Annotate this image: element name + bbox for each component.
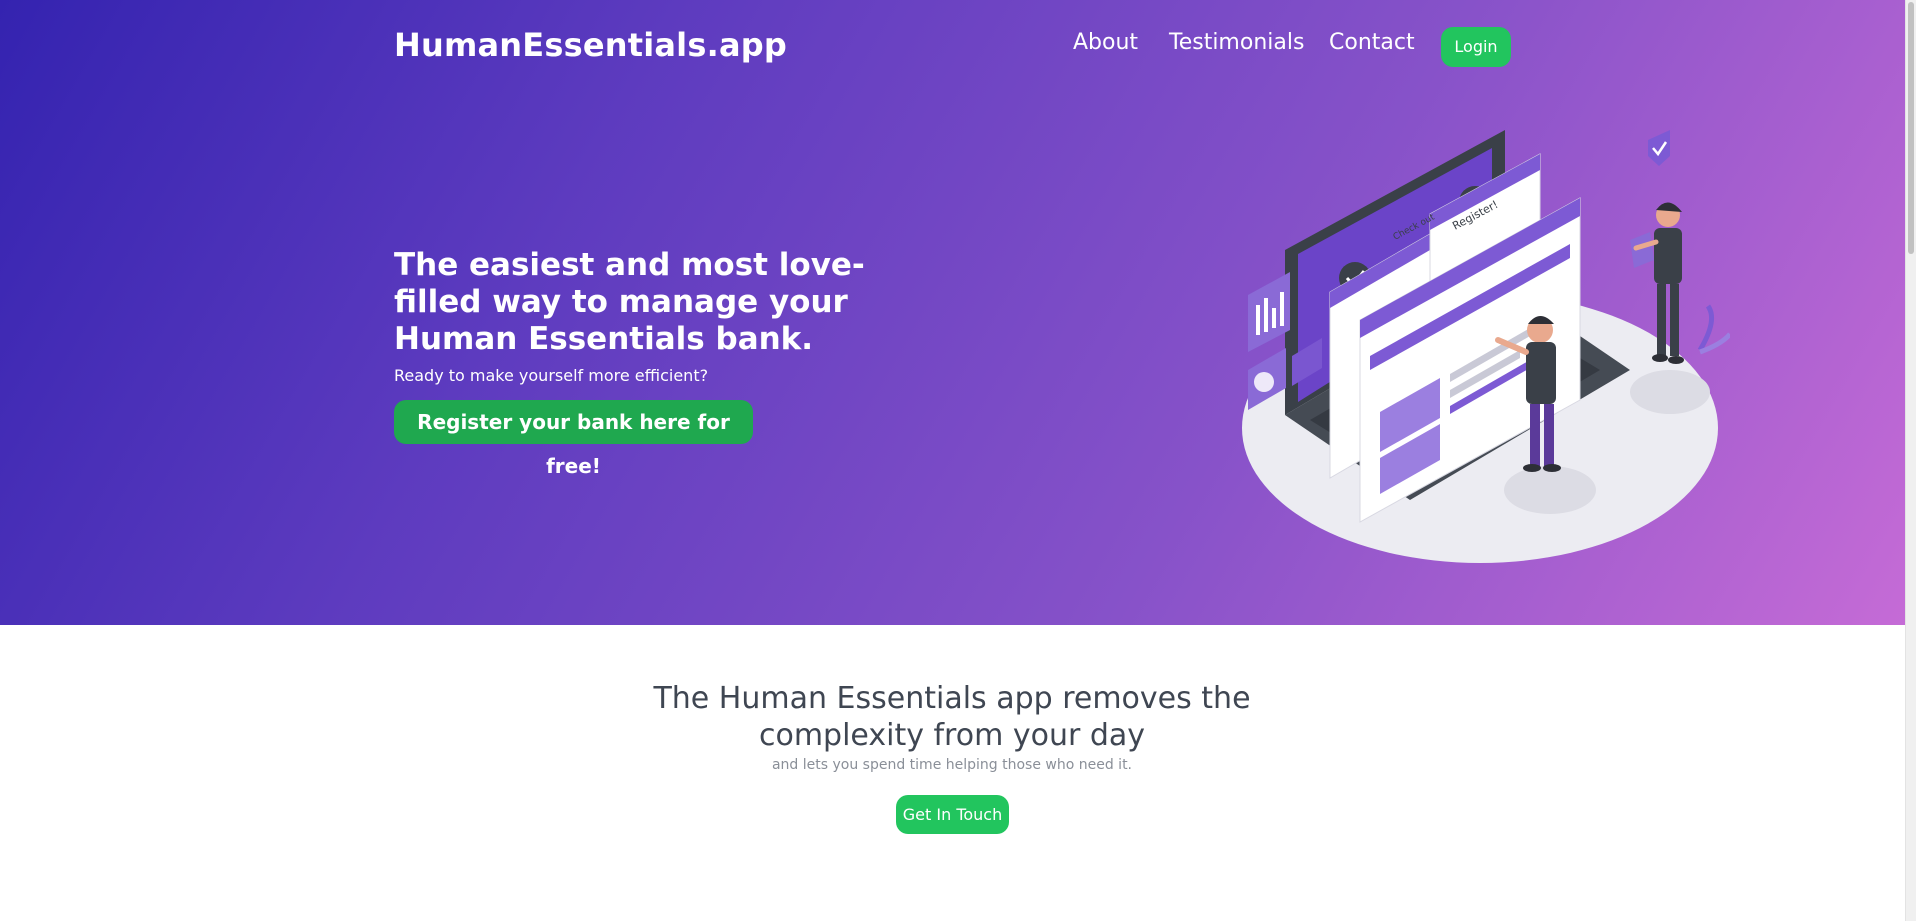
hero-subtitle: Ready to make yourself more efficient? bbox=[394, 366, 709, 385]
person-shadow bbox=[1504, 466, 1596, 514]
person-center-body bbox=[1526, 342, 1556, 404]
features-subtitle: and lets you spend time helping those wh… bbox=[771, 757, 1133, 773]
page-scrollbar[interactable] bbox=[1905, 0, 1916, 921]
people-managing-bank-on-laptop-illustration: Register! Check out bbox=[1242, 130, 1730, 563]
hero-section: HumanEssentials.app About Testimonials C… bbox=[0, 0, 1906, 625]
register-bank-button[interactable]: Register your bank here for free! bbox=[394, 400, 753, 478]
nav-link-contact[interactable]: Contact bbox=[1329, 30, 1415, 55]
scrollbar-thumb[interactable] bbox=[1908, 2, 1914, 254]
brand-logo[interactable]: HumanEssentials.app bbox=[394, 26, 787, 64]
hero-headline: The easiest and most love-filled way to … bbox=[394, 247, 865, 357]
clipboard bbox=[1630, 232, 1654, 268]
login-button[interactable]: Login bbox=[1441, 27, 1511, 67]
person-shadow-2 bbox=[1630, 370, 1710, 414]
landing-page: HumanEssentials.app About Testimonials C… bbox=[0, 0, 1916, 921]
nav-link-testimonials[interactable]: Testimonials bbox=[1169, 30, 1304, 55]
get-in-touch-button[interactable]: Get In Touch bbox=[896, 795, 1009, 834]
shield-check-icon bbox=[1648, 130, 1670, 166]
features-title: The Human Essentials app removes the com… bbox=[653, 681, 1251, 753]
person-right-body bbox=[1654, 228, 1682, 284]
nav-link-about[interactable]: About bbox=[1073, 30, 1138, 55]
